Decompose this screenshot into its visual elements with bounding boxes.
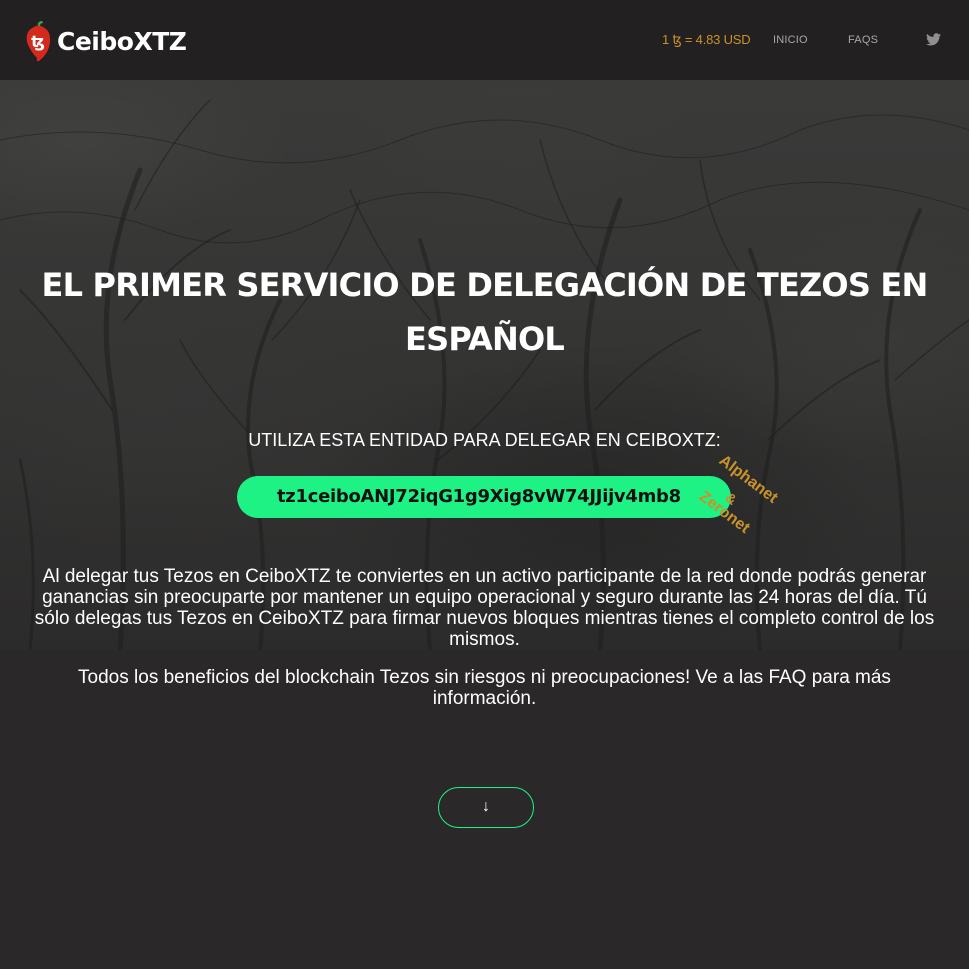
nav-link-inicio[interactable]: INICIO [773, 34, 808, 46]
baker-address[interactable]: tz1ceiboANJ72iqG1g9Xig8vW74JJijv4mb8 [237, 476, 731, 518]
arrow-down-icon: ↓ [482, 798, 490, 815]
page-title-line-1: EL PRIMER SERVICIO DE DELEGACIÓN DE TEZO… [41, 266, 929, 304]
tezos-price-label: 1 ꜩ = 4.83 USD [662, 32, 751, 47]
scroll-down-button[interactable]: ↓ [438, 787, 534, 828]
delegate-instruction: UTILIZA ESTA ENTIDAD PARA DELEGAR EN CEI… [248, 430, 721, 450]
benefits-text: Todos los beneficios del blockchain Tezo… [78, 667, 891, 709]
svg-text:ꜩ: ꜩ [31, 32, 45, 51]
brand-link[interactable]: ꜩ CeiboXTZ [24, 20, 187, 62]
twitter-icon[interactable] [926, 33, 941, 46]
chili-pepper-logo-icon: ꜩ [26, 21, 51, 62]
delegation-description: Al delegar tus Tezos en CeiboXTZ te conv… [34, 566, 935, 650]
page-title-line-2: ESPAÑOL [405, 320, 565, 358]
page-title: EL PRIMER SERVICIO DE DELEGACIÓN DE TEZO… [0, 258, 969, 366]
nav-link-faqs[interactable]: FAQS [848, 34, 878, 46]
navbar: ꜩ CeiboXTZ 1 ꜩ = 4.83 USD INICIO FAQS [0, 0, 969, 80]
brand-name: CeiboXTZ [57, 26, 187, 56]
